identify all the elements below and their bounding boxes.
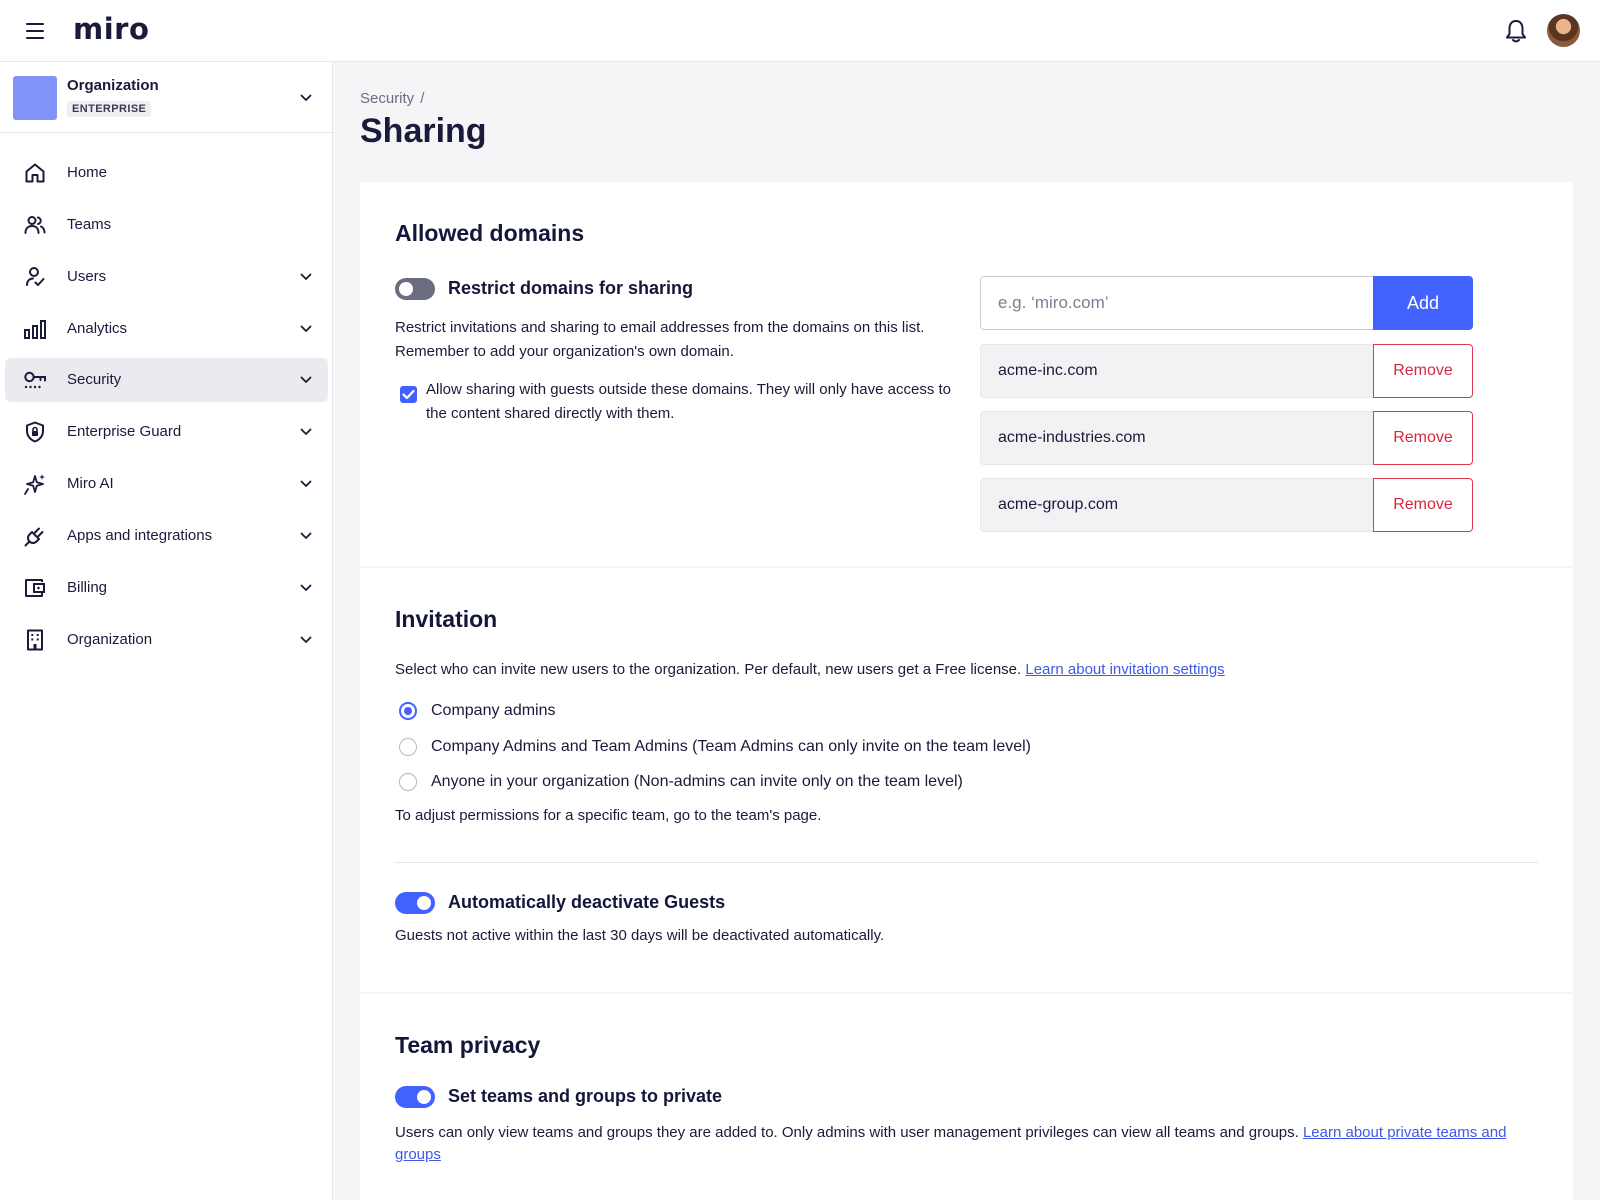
users-icon [26, 267, 45, 286]
remove-domain-button[interactable]: Remove [1373, 478, 1473, 532]
private-teams-description-text: Users can only view teams and groups the… [395, 1124, 1299, 1141]
plug-icon [24, 527, 44, 547]
sidebar-item-label: Home [67, 164, 108, 181]
breadcrumb-separator: / [420, 90, 425, 107]
sidebar: Organization ENTERPRISE Home Teams Users… [0, 62, 333, 1200]
top-bar: miro [0, 0, 1600, 62]
teams-icon [24, 216, 46, 234]
key-icon [24, 371, 46, 389]
user-avatar[interactable] [1547, 14, 1580, 47]
chevron-down-icon [300, 325, 312, 332]
radio-label: Anyone in your organization (Non-admins … [431, 773, 963, 790]
plan-badge: ENTERPRISE [67, 101, 152, 117]
chevron-down-icon [300, 273, 312, 280]
page-title: Sharing [360, 112, 487, 150]
domain-input[interactable] [980, 276, 1374, 330]
domain-row: acme-inc.com Remove [980, 344, 1473, 398]
wallet-icon [25, 579, 45, 597]
invitation-settings-link[interactable]: Learn about invitation settings [1025, 661, 1224, 678]
domain-row: acme-group.com Remove [980, 478, 1473, 532]
chevron-down-icon [300, 376, 312, 383]
invitation-footnote: To adjust permissions for a specific tea… [395, 807, 822, 824]
sidebar-item-miro-ai[interactable]: Miro AI [5, 462, 328, 506]
remove-domain-button[interactable]: Remove [1373, 344, 1473, 398]
home-icon [25, 163, 45, 183]
sidebar-item-teams[interactable]: Teams [5, 203, 328, 247]
section-title-team-privacy: Team privacy [395, 1032, 541, 1058]
chevron-down-icon [300, 584, 312, 591]
radio-company-and-team-admins[interactable] [399, 738, 417, 756]
section-title-allowed-domains: Allowed domains [395, 220, 585, 246]
radio-anyone-in-organization[interactable] [399, 773, 417, 791]
toggle-knob [417, 896, 431, 910]
radio-label: Company Admins and Team Admins (Team Adm… [431, 738, 1031, 755]
restrict-domains-description: Restrict invitations and sharing to emai… [395, 319, 925, 360]
domain-value: acme-group.com [980, 478, 1374, 532]
allow-guests-label: Allow sharing with guests outside these … [426, 381, 951, 422]
sidebar-item-home[interactable]: Home [5, 151, 328, 195]
breadcrumb: Security / [360, 90, 424, 107]
sidebar-item-label: Enterprise Guard [67, 423, 182, 440]
org-switcher[interactable]: Organization ENTERPRISE [0, 62, 332, 133]
toggle-knob [417, 1090, 431, 1104]
breadcrumb-security-link[interactable]: Security [360, 90, 414, 107]
sidebar-item-organization[interactable]: Organization [5, 618, 328, 662]
sidebar-item-label: Apps and integrations [67, 527, 213, 544]
domain-value: acme-inc.com [980, 344, 1374, 398]
sidebar-item-users[interactable]: Users [5, 255, 328, 299]
sidebar-item-label: Security [67, 371, 122, 388]
domain-value: acme-industries.com [980, 411, 1374, 465]
private-teams-toggle[interactable] [395, 1086, 435, 1108]
sidebar-item-label: Analytics [67, 320, 128, 337]
menu-icon[interactable] [24, 20, 46, 42]
sidebar-item-billing[interactable]: Billing [5, 566, 328, 610]
invitation-description: Select who can invite new users to the o… [395, 658, 1545, 682]
sidebar-item-label: Organization [67, 631, 153, 648]
auto-deactivate-guests-description: Guests not active within the last 30 day… [395, 927, 885, 944]
team-privacy-card: Team privacy Set teams and groups to pri… [360, 994, 1573, 1200]
analytics-icon [24, 320, 46, 339]
section-title-invitation: Invitation [395, 606, 498, 632]
chevron-down-icon [300, 428, 312, 435]
allow-guests-checkbox[interactable] [400, 386, 417, 403]
remove-domain-button[interactable]: Remove [1373, 411, 1473, 465]
org-logo-tile [13, 76, 57, 120]
building-icon [27, 629, 43, 651]
chevron-down-icon [300, 94, 312, 101]
miro-logo[interactable]: miro [73, 12, 149, 46]
chevron-down-icon [300, 532, 312, 539]
sidebar-item-label: Miro AI [67, 475, 114, 492]
sidebar-item-label: Teams [67, 216, 112, 233]
sidebar-item-label: Users [67, 268, 107, 285]
sidebar-item-label: Billing [67, 579, 108, 596]
restrict-domains-label: Restrict domains for sharing [448, 278, 694, 298]
radio-label: Company admins [431, 702, 556, 719]
auto-deactivate-guests-toggle[interactable] [395, 892, 435, 914]
sidebar-item-analytics[interactable]: Analytics [5, 307, 328, 351]
shield-lock-icon [26, 421, 44, 443]
allowed-domains-card: Allowed domains Restrict domains for sha… [360, 182, 1573, 566]
restrict-domains-toggle[interactable] [395, 278, 435, 300]
radio-company-admins[interactable] [399, 702, 417, 720]
sparkle-icon [24, 474, 45, 495]
private-teams-label: Set teams and groups to private [448, 1086, 723, 1106]
sidebar-item-apps-and-integrations[interactable]: Apps and integrations [5, 514, 328, 558]
org-name: Organization [67, 77, 159, 94]
private-teams-description: Users can only view teams and groups the… [395, 1122, 1545, 1166]
chevron-down-icon [300, 636, 312, 643]
add-domain-button[interactable]: Add [1373, 276, 1473, 330]
check-icon [402, 389, 415, 400]
toggle-knob [399, 282, 413, 296]
main-content: Security / Sharing Allowed domains Restri… [333, 62, 1600, 1200]
invitation-description-text: Select who can invite new users to the o… [395, 661, 1022, 678]
sidebar-item-security[interactable]: Security [5, 358, 328, 402]
invitation-card: Invitation Select who can invite new use… [360, 568, 1573, 992]
bell-icon[interactable] [1502, 17, 1530, 45]
domain-row: acme-industries.com Remove [980, 411, 1473, 465]
sidebar-item-enterprise-guard[interactable]: Enterprise Guard [5, 410, 328, 454]
auto-deactivate-guests-label: Automatically deactivate Guests [448, 892, 726, 912]
chevron-down-icon [300, 480, 312, 487]
section-divider [395, 862, 1538, 863]
